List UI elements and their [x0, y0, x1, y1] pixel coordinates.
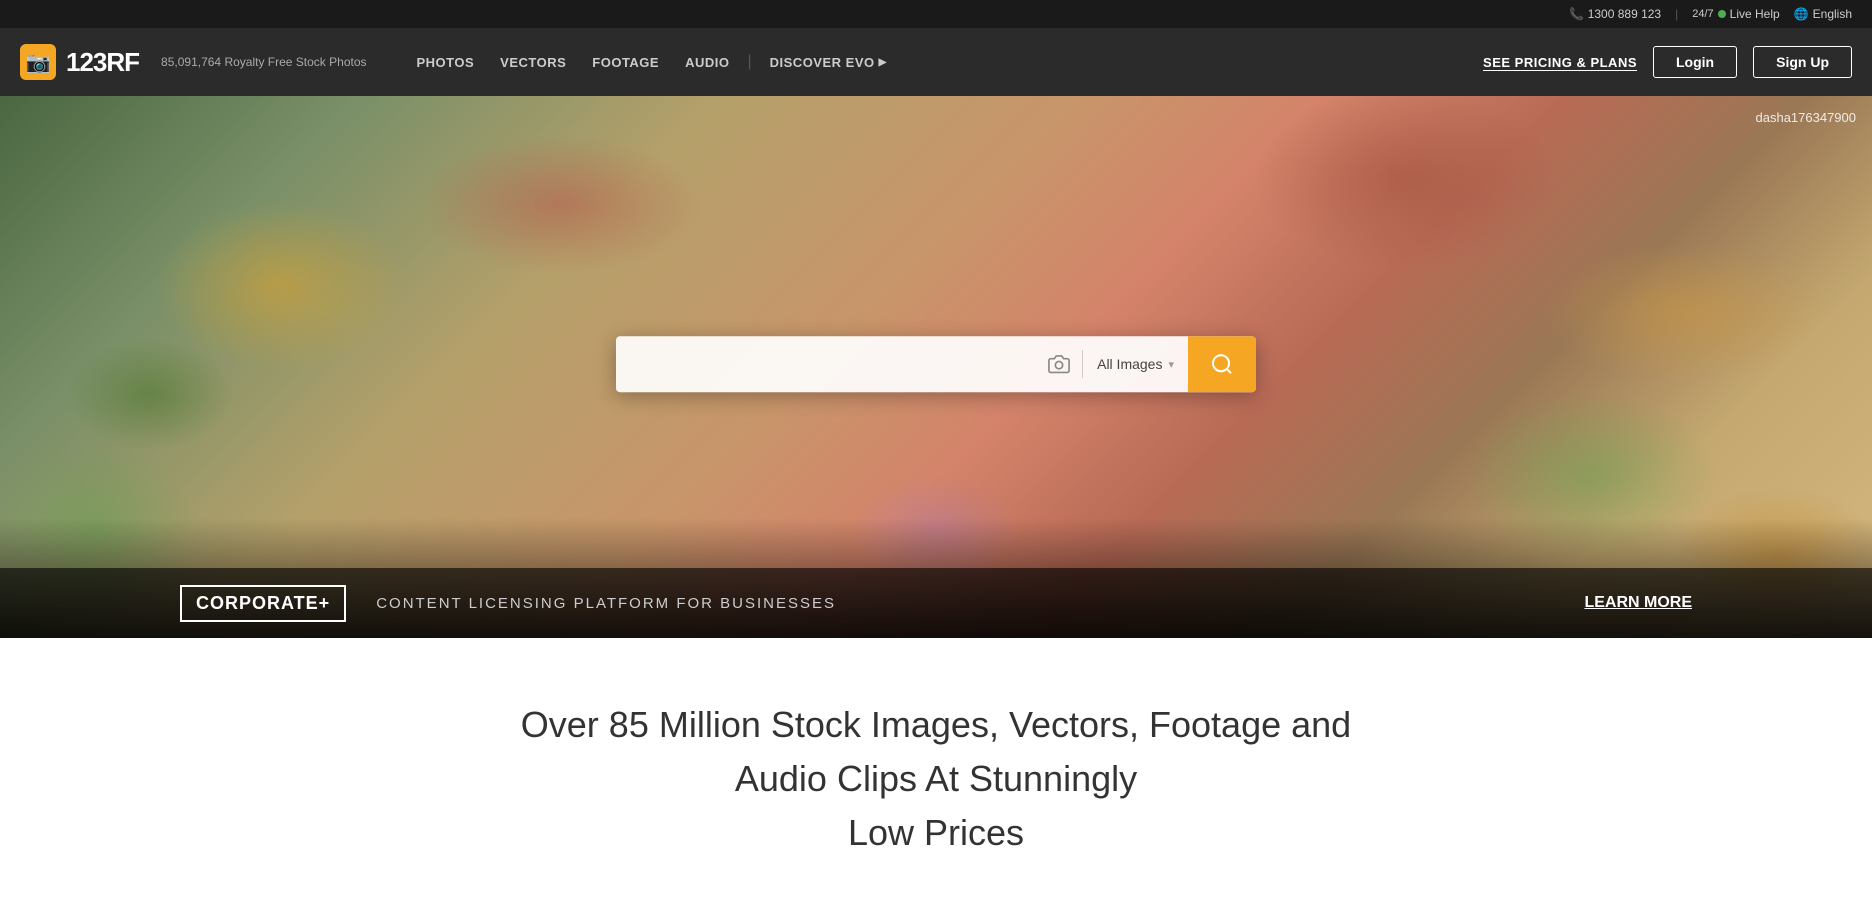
search-type-dropdown[interactable]: All Images ▾	[1083, 356, 1188, 372]
hero-section: dasha176347900 All Images ▾ CORPORATE+ C…	[0, 96, 1872, 638]
pricing-link[interactable]: SEE PRICING & PLANS	[1483, 55, 1637, 70]
nav-photos[interactable]: PHOTOS	[407, 47, 485, 78]
login-button[interactable]: Login	[1653, 46, 1737, 78]
nav-discover[interactable]: DISCOVER EVO ▶	[760, 47, 897, 78]
language-selector[interactable]: 🌐 English	[1794, 7, 1852, 21]
search-bar: All Images ▾	[616, 336, 1256, 392]
globe-icon: 🌐	[1794, 7, 1809, 21]
live-status-dot	[1718, 10, 1726, 18]
search-input[interactable]	[616, 339, 1036, 389]
logo-area[interactable]: 📷 123RF 85,091,764 Royalty Free Stock Ph…	[20, 44, 367, 80]
header: 📷 123RF 85,091,764 Royalty Free Stock Ph…	[0, 28, 1872, 96]
live-help[interactable]: 24/7 Live Help	[1692, 7, 1779, 21]
phone-icon: 📞	[1569, 7, 1584, 21]
chevron-down-icon: ▾	[1168, 358, 1174, 371]
header-right: SEE PRICING & PLANS Login Sign Up	[1483, 46, 1852, 78]
nav-audio[interactable]: AUDIO	[675, 47, 739, 78]
corporate-badge[interactable]: CORPORATE+	[180, 585, 346, 622]
logo-text[interactable]: 123RF	[66, 47, 139, 78]
signup-button[interactable]: Sign Up	[1753, 46, 1852, 78]
chevron-down-icon: ▶	[879, 57, 887, 68]
camera-search-icon[interactable]	[1036, 353, 1082, 375]
search-button[interactable]	[1188, 336, 1256, 392]
corporate-description: CONTENT LICENSING PLATFORM FOR BUSINESSE…	[376, 595, 1554, 612]
top-bar: 📞 1300 889 123 | 24/7 Live Help 🌐 Englis…	[0, 0, 1872, 28]
hero-watermark: dasha176347900	[1756, 110, 1857, 125]
main-text-section: Over 85 Million Stock Images, Vectors, F…	[0, 638, 1872, 900]
learn-more-link[interactable]: LEARN MORE	[1584, 594, 1692, 612]
logo-icon: 📷	[20, 44, 56, 80]
logo-subtext: 85,091,764 Royalty Free Stock Photos	[161, 55, 366, 69]
main-headline: Over 85 Million Stock Images, Vectors, F…	[486, 698, 1386, 860]
corporate-banner: CORPORATE+ CONTENT LICENSING PLATFORM FO…	[0, 568, 1872, 638]
nav-vectors[interactable]: VECTORS	[490, 47, 576, 78]
phone-number: 📞 1300 889 123	[1569, 7, 1661, 21]
nav-divider: |	[747, 53, 751, 71]
main-nav: PHOTOS VECTORS FOOTAGE AUDIO | DISCOVER …	[407, 47, 897, 78]
nav-footage[interactable]: FOOTAGE	[582, 47, 669, 78]
